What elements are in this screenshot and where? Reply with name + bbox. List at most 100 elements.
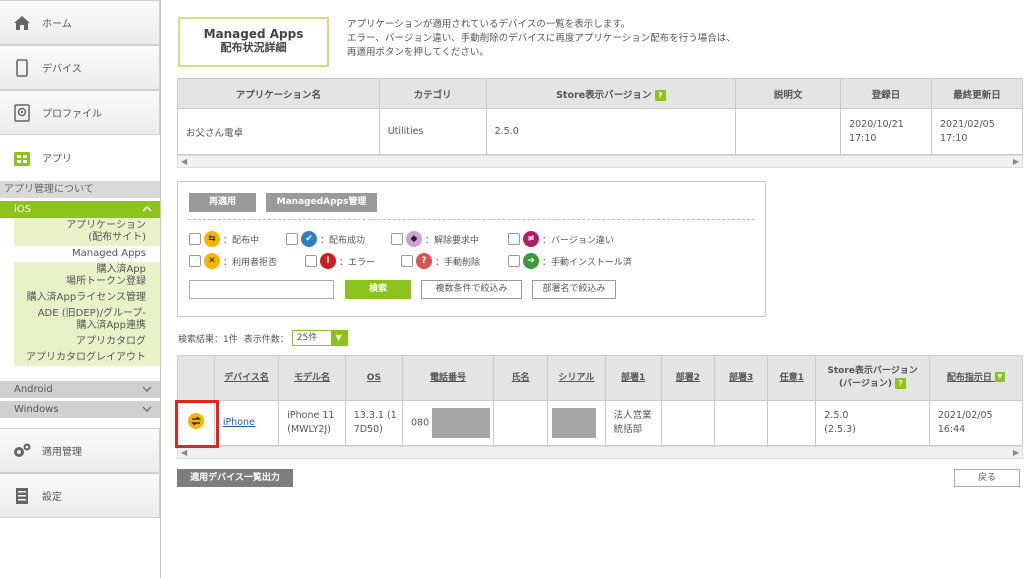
- cell-dept1: 法人営業 統括部: [604, 400, 662, 446]
- col-status: [177, 355, 215, 401]
- col-os[interactable]: OS: [344, 355, 404, 401]
- col-optional1[interactable]: 任意1: [767, 355, 817, 401]
- reapply-button[interactable]: 再適用: [189, 193, 256, 212]
- cell-model: iPhone 11 (MWLY2J): [278, 400, 346, 446]
- result-summary: 検索結果：1件 表示件数： 25件 ▼: [178, 330, 348, 346]
- desc-line2: エラー、バージョン違い、手動削除のデバイスに再度アプリケーション配布を行う場合は…: [347, 33, 736, 44]
- ios-item-app-catalog-layout[interactable]: アプリカタログレイアウト: [14, 350, 160, 366]
- ios-item-ade-link[interactable]: ADE (旧DEP)/グループ- 購入済App連携: [14, 306, 160, 334]
- col-phone[interactable]: 電話番号: [402, 355, 495, 401]
- chevron-up-icon: [142, 201, 152, 218]
- divider: [188, 219, 755, 220]
- cell-updated: 2021/02/05 17:10: [931, 108, 1023, 155]
- device-icon: [12, 58, 32, 78]
- scroll-right-icon[interactable]: ▶: [1013, 157, 1019, 166]
- app-table-scrollbar[interactable]: ◀ ▶: [177, 155, 1023, 168]
- profile-icon: [12, 103, 32, 123]
- result-count: 検索結果：1件: [178, 334, 238, 345]
- user-refused-icon: ✕: [204, 253, 220, 269]
- checkbox[interactable]: [189, 255, 201, 267]
- nav-android-label: Android: [14, 384, 53, 395]
- release-request-icon: ◆: [406, 231, 422, 247]
- search-input[interactable]: [189, 280, 334, 299]
- nav-ios[interactable]: iOS: [0, 201, 160, 218]
- filter-distributing[interactable]: ⇆ ：配布中: [189, 231, 259, 247]
- desc-line1: アプリケーションが適用されているデバイスの一覧を表示します。: [347, 19, 631, 30]
- device-table: デバイス名 モデル名 OS 電話番号 氏名 シリアル 部署1 部署2 部署3 任…: [177, 355, 1024, 446]
- col-device-name[interactable]: デバイス名: [213, 355, 280, 401]
- redacted-block: [432, 408, 491, 438]
- scroll-right-icon[interactable]: ▶: [1013, 448, 1019, 457]
- nav-ios-label: iOS: [14, 204, 31, 215]
- app-table-header: アプリケーション名 カテゴリ Store表示バージョン ? 説明文 登録日 最終…: [177, 78, 1023, 109]
- help-icon[interactable]: ?: [895, 378, 907, 389]
- nav-about-app-mgmt[interactable]: アプリ管理について: [0, 181, 160, 198]
- search-button[interactable]: 検索: [345, 280, 411, 299]
- table-row: iPhone iPhone 11 (MWLY2J) 13.3.1 (1 7D50…: [177, 400, 1024, 446]
- cell-optional1: [767, 400, 817, 446]
- multi-filter-button[interactable]: 複数条件で絞込み: [421, 280, 522, 299]
- filter-version-diff[interactable]: ≠ ：バージョン違い: [508, 231, 614, 247]
- filter-manual-install[interactable]: ➜ ：手動インストール済: [508, 253, 632, 269]
- cell-serial: [547, 400, 606, 446]
- managed-apps-mgmt-button[interactable]: ManagedApps管理: [266, 193, 377, 212]
- per-page-select[interactable]: 25件 ▼: [291, 330, 348, 346]
- cell-device-name[interactable]: iPhone: [213, 400, 280, 446]
- nav-android[interactable]: Android: [0, 381, 160, 398]
- dropdown-arrow-icon: ▼: [330, 331, 347, 345]
- checkbox[interactable]: [401, 255, 413, 267]
- filter-panel: 再適用 ManagedApps管理 ⇆ ：配布中 ✔ ：配布成功 ◆ ：解除要求…: [177, 181, 766, 317]
- filter-error[interactable]: ! ：エラー: [305, 253, 375, 269]
- checkbox[interactable]: [391, 233, 403, 245]
- home-icon: [12, 13, 32, 33]
- document-icon: [12, 486, 32, 506]
- checkbox[interactable]: [305, 255, 317, 267]
- col-model[interactable]: モデル名: [278, 355, 346, 401]
- col-dept3[interactable]: 部署3: [713, 355, 769, 401]
- sidebar: ホーム デバイス プロファイル アプリ アプリ管理について iOS アプリケーシ…: [0, 0, 161, 578]
- ios-item-applications[interactable]: アプリケーション (配布サイト): [14, 218, 160, 246]
- col-name[interactable]: 氏名: [493, 355, 549, 401]
- ios-item-vpp-license[interactable]: 購入済Appライセンス管理: [14, 290, 160, 306]
- checkbox[interactable]: [189, 233, 201, 245]
- scroll-left-icon[interactable]: ◀: [181, 157, 187, 166]
- nav-windows[interactable]: Windows: [0, 401, 160, 418]
- ios-item-managed-apps[interactable]: Managed Apps: [14, 246, 160, 262]
- nav-apply-mgmt[interactable]: 適用管理: [0, 428, 160, 473]
- filter-user-refused[interactable]: ✕ ：利用者拒否: [189, 253, 277, 269]
- nav-devices[interactable]: デバイス: [0, 45, 160, 90]
- app-info-table: アプリケーション名 カテゴリ Store表示バージョン ? 説明文 登録日 最終…: [177, 78, 1023, 155]
- export-devices-button[interactable]: 適用デバイス一覧出力: [177, 469, 293, 487]
- checkbox[interactable]: [508, 233, 520, 245]
- nav-home[interactable]: ホーム: [0, 0, 160, 45]
- chevron-down-icon: [142, 401, 152, 418]
- filter-success[interactable]: ✔ ：配布成功: [286, 231, 365, 247]
- col-store-version[interactable]: Store表示バージョン (バージョン) ?: [815, 355, 930, 401]
- col-distribution-date[interactable]: 配布指示日 ▼: [928, 355, 1024, 401]
- nav-settings[interactable]: 設定: [0, 473, 160, 518]
- ios-item-vpp-token[interactable]: 購入済App 場所トークン登録: [14, 262, 160, 290]
- help-icon[interactable]: ?: [654, 89, 666, 101]
- col-dept2[interactable]: 部署2: [660, 355, 716, 401]
- back-button[interactable]: 戻る: [954, 469, 1020, 487]
- page-description: アプリケーションが適用されているデバイスの一覧を表示します。 エラー、バージョン…: [347, 18, 736, 60]
- filter-manual-delete[interactable]: ? ：手動削除: [401, 253, 480, 269]
- nav-apps[interactable]: アプリ: [0, 135, 160, 180]
- device-table-scrollbar[interactable]: ◀ ▶: [177, 446, 1023, 459]
- ios-item-app-catalog[interactable]: アプリカタログ: [14, 334, 160, 350]
- checkbox[interactable]: [508, 255, 520, 267]
- col-registered: 登録日: [840, 78, 933, 109]
- sort-icon[interactable]: ▼: [994, 372, 1005, 382]
- ios-menu: アプリケーション (配布サイト) Managed Apps 購入済App 場所ト…: [14, 218, 160, 366]
- cell-os: 13.3.1 (1 7D50): [344, 400, 404, 446]
- dept-filter-button[interactable]: 部署名で絞込み: [532, 280, 616, 299]
- col-serial[interactable]: シリアル: [547, 355, 606, 401]
- cell-app-name: お父さん電卓: [177, 108, 380, 155]
- filter-release-request[interactable]: ◆ ：解除要求中: [391, 231, 479, 247]
- device-link[interactable]: iPhone: [223, 417, 255, 428]
- scroll-left-icon[interactable]: ◀: [181, 448, 187, 457]
- checkbox[interactable]: [286, 233, 298, 245]
- nav-profiles-label: プロファイル: [42, 109, 102, 120]
- nav-profiles[interactable]: プロファイル: [0, 90, 160, 135]
- col-dept1[interactable]: 部署1: [604, 355, 662, 401]
